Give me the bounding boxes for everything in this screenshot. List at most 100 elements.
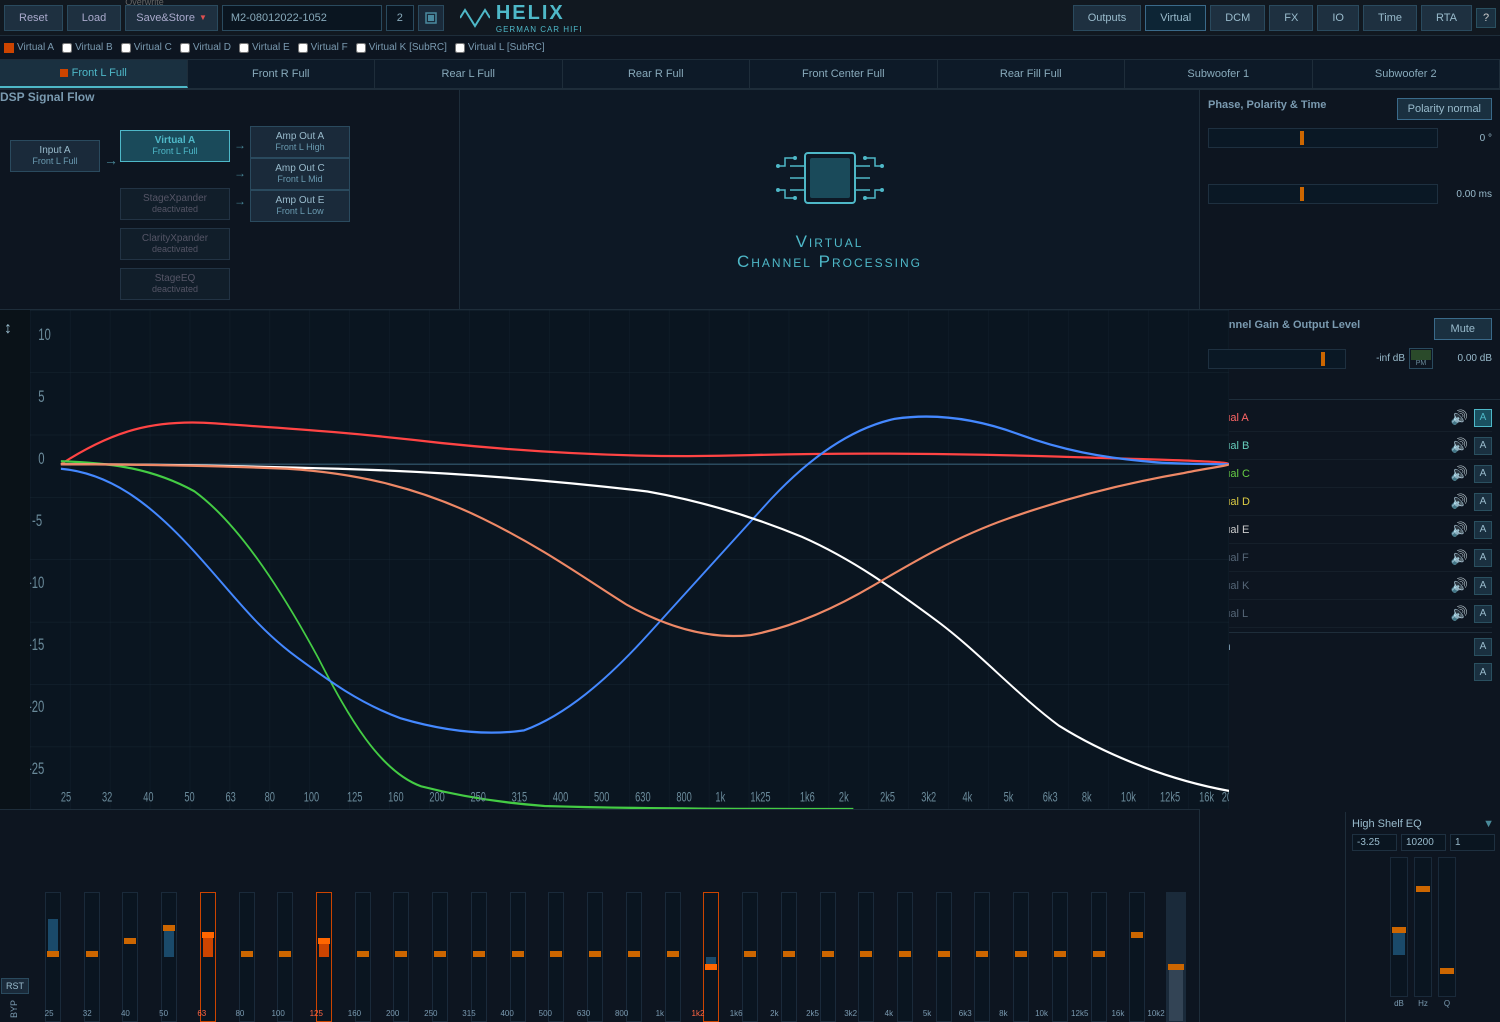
dsp-input-block[interactable]: Input AFront L Full — [10, 140, 100, 172]
eq-fader-40[interactable] — [122, 892, 138, 1022]
channel-tab-sub2[interactable]: Subwoofer 2 — [1313, 60, 1500, 88]
channel-tab-rear-fill[interactable]: Rear Fill Full — [938, 60, 1126, 88]
virt-letter-c[interactable]: A — [1474, 465, 1492, 483]
eq-fader-12k5[interactable] — [1091, 892, 1107, 1022]
rta-nav-button[interactable]: RTA — [1421, 5, 1472, 31]
hs-vtrack-hz[interactable] — [1414, 857, 1432, 997]
rst-button[interactable]: RST — [1, 978, 29, 994]
eq-fader-1k[interactable] — [665, 892, 681, 1022]
virt-speaker-icon-c[interactable]: 🔊 — [1451, 465, 1468, 482]
eq-fader-6k3[interactable] — [974, 892, 990, 1022]
hs-vtrack-db[interactable] — [1390, 857, 1408, 997]
channel-tab-front-r[interactable]: Front R Full — [188, 60, 376, 88]
eq-fader-2k5[interactable] — [820, 892, 836, 1022]
channel-tab-sub1[interactable]: Subwoofer 1 — [1125, 60, 1313, 88]
load-button[interactable]: Load — [67, 5, 121, 31]
eq-fader-63[interactable] — [200, 892, 216, 1022]
hs-val2-input[interactable] — [1401, 834, 1446, 851]
y-axis-arrow[interactable]: ↕ — [4, 320, 12, 338]
channel-tab-front-center[interactable]: Front Center Full — [750, 60, 938, 88]
dsp-stage-xpander[interactable]: StageXpanderdeactivated — [120, 188, 230, 220]
eq-fader-400[interactable] — [510, 892, 526, 1022]
virtual-k-tab[interactable]: Virtual K [SubRC] — [356, 42, 447, 53]
virt-letter-d[interactable]: A — [1474, 493, 1492, 511]
outputs-nav-button[interactable]: Outputs — [1073, 5, 1142, 31]
eq-fader-1k2[interactable] — [703, 892, 719, 1022]
virtual-b-tab[interactable]: Virtual B — [62, 42, 113, 53]
dsp-virtual-block[interactable]: Virtual AFront L Full — [120, 130, 230, 162]
hs-val3-input[interactable] — [1450, 834, 1495, 851]
dsp-amp-out-a[interactable]: Amp Out AFront L High — [250, 126, 350, 158]
virt-speaker-icon-d[interactable]: 🔊 — [1451, 493, 1468, 510]
eq-fader-200[interactable] — [393, 892, 409, 1022]
reset-button[interactable]: Reset — [4, 5, 63, 31]
virt-letter-f[interactable]: A — [1474, 549, 1492, 567]
eq-fader-160[interactable] — [355, 892, 371, 1022]
eq-fader-800[interactable] — [626, 892, 642, 1022]
virt-letter-a[interactable]: A — [1474, 409, 1492, 427]
eq-fader-315[interactable] — [471, 892, 487, 1022]
eq-fader-8k[interactable] — [1013, 892, 1029, 1022]
virtual-d-tab[interactable]: Virtual D — [180, 42, 231, 53]
eq-fader-50[interactable] — [161, 892, 177, 1022]
eq-fader-4k[interactable] — [897, 892, 913, 1022]
eq-fader-250[interactable] — [432, 892, 448, 1022]
virt-speaker-icon-l[interactable]: 🔊 — [1451, 605, 1468, 622]
virtual-c-tab[interactable]: Virtual C — [121, 42, 172, 53]
virt-letter-e[interactable]: A — [1474, 521, 1492, 539]
hs-vtrack-q[interactable] — [1438, 857, 1456, 997]
time-nav-button[interactable]: Time — [1363, 5, 1417, 31]
virt-speaker-icon-f[interactable]: 🔊 — [1451, 549, 1468, 566]
polarity-button[interactable]: Polarity normal — [1397, 98, 1492, 120]
eq-fader-25[interactable] — [45, 892, 61, 1022]
hs-val1-input[interactable] — [1352, 834, 1397, 851]
dsp-amp-out-e[interactable]: Amp Out EFront L Low — [250, 190, 350, 222]
virtual-nav-button[interactable]: Virtual — [1145, 5, 1206, 31]
eq-fader-16k[interactable] — [1129, 892, 1145, 1022]
rta-letter[interactable]: A — [1474, 663, 1492, 681]
virtual-l-tab[interactable]: Virtual L [SubRC] — [455, 42, 545, 53]
virt-letter-l[interactable]: A — [1474, 605, 1492, 623]
delay-slider[interactable] — [1208, 184, 1438, 204]
virtual-e-tab[interactable]: Virtual E — [239, 42, 290, 53]
eq-fader-32[interactable] — [84, 892, 100, 1022]
high-shelf-dropdown-icon[interactable]: ▼ — [1483, 818, 1494, 830]
virt-speaker-icon-e[interactable]: 🔊 — [1451, 521, 1468, 538]
channel-tab-front-l[interactable]: Front L Full — [0, 60, 188, 88]
eq-fader-500[interactable] — [548, 892, 564, 1022]
eq-fader-1k6[interactable] — [742, 892, 758, 1022]
eq-fader-10k[interactable] — [1052, 892, 1068, 1022]
dcm-nav-button[interactable]: DCM — [1210, 5, 1265, 31]
io-nav-button[interactable]: IO — [1317, 5, 1359, 31]
virt-letter-b[interactable]: A — [1474, 437, 1492, 455]
virt-speaker-icon-k[interactable]: 🔊 — [1451, 577, 1468, 594]
sum-letter[interactable]: A — [1474, 638, 1492, 656]
virtual-f-tab[interactable]: Virtual F — [298, 42, 348, 53]
save-store-button[interactable]: Save&Store ▼ — [125, 5, 218, 31]
eq-fader-3k2[interactable] — [858, 892, 874, 1022]
virt-speaker-icon-b[interactable]: 🔊 — [1451, 437, 1468, 454]
eq-fader-100[interactable] — [277, 892, 293, 1022]
fx-nav-button[interactable]: FX — [1269, 5, 1313, 31]
dsp-stage-eq[interactable]: StageEQdeactivated — [120, 268, 230, 300]
dsp-clarity-xpander[interactable]: ClarityXpanderdeactivated — [120, 228, 230, 260]
channel-tab-rear-l[interactable]: Rear L Full — [375, 60, 563, 88]
eq-fader-630[interactable] — [587, 892, 603, 1022]
preset-icon-button[interactable] — [418, 5, 444, 31]
mute-button[interactable]: Mute — [1434, 318, 1492, 340]
eq-fader-125[interactable] — [316, 892, 332, 1022]
eq-fader-80[interactable] — [239, 892, 255, 1022]
virt-speaker-icon-a[interactable]: 🔊 — [1451, 409, 1468, 426]
eq-fader-2k[interactable] — [781, 892, 797, 1022]
question-icon[interactable]: ? — [1476, 8, 1496, 28]
virt-letter-k[interactable]: A — [1474, 577, 1492, 595]
phase-slider-1[interactable] — [1208, 128, 1438, 148]
dsp-amp-out-c[interactable]: Amp Out CFront L Mid — [250, 158, 350, 190]
gain-slider[interactable] — [1208, 349, 1346, 369]
preset-number-input[interactable] — [386, 5, 414, 31]
eq-fader-5k[interactable] — [936, 892, 952, 1022]
preset-name-input[interactable] — [222, 5, 382, 31]
eq-master-fader-track[interactable] — [1166, 892, 1186, 1022]
channel-tab-rear-r[interactable]: Rear R Full — [563, 60, 751, 88]
virtual-a-tab[interactable]: Virtual A — [4, 42, 54, 53]
